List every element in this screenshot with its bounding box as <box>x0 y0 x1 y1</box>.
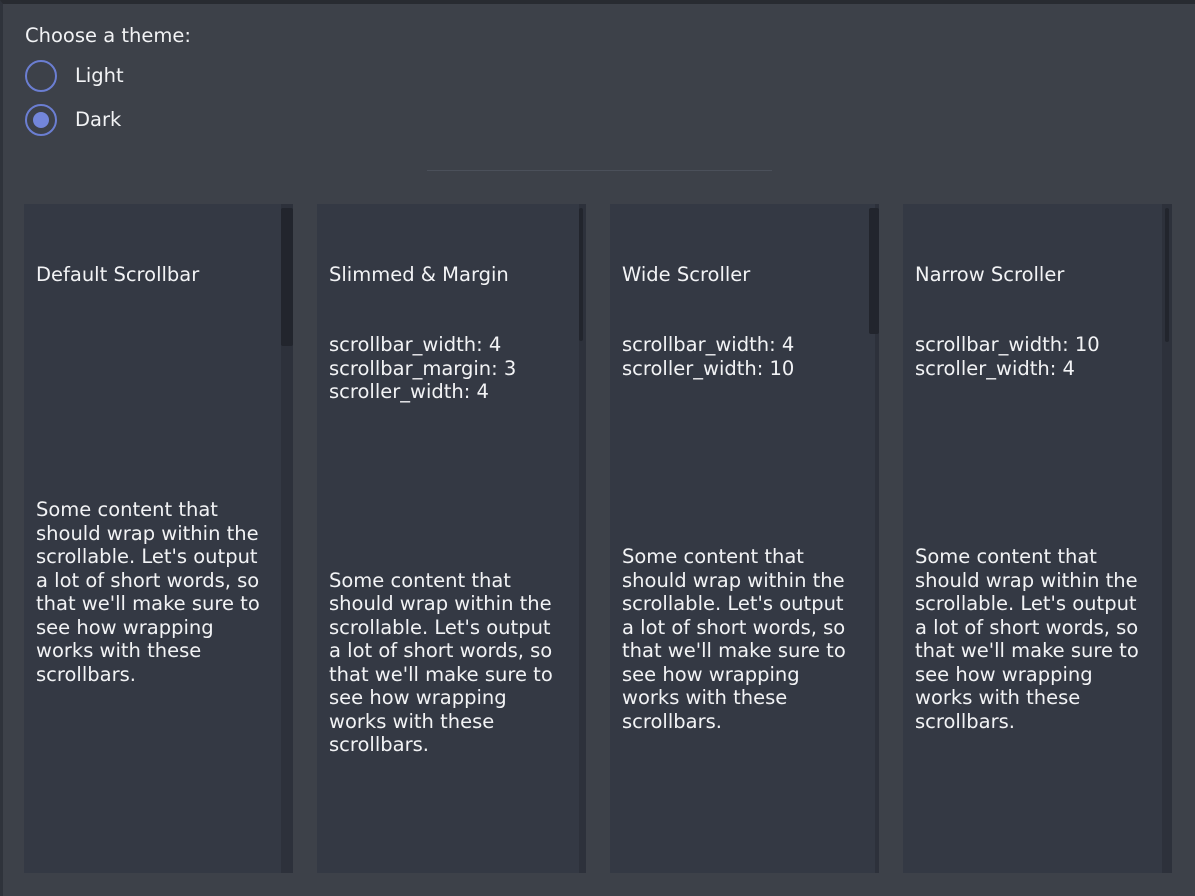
panel-config: scrollbar_width: 4 scrollbar_margin: 3 s… <box>329 333 586 404</box>
scrollbar-thumb[interactable] <box>281 208 293 346</box>
panel-config: scrollbar_width: 4 scroller_width: 10 <box>622 333 879 380</box>
panel-content: Default Scrollbar Some content that shou… <box>24 204 293 734</box>
panel-title: Narrow Scroller <box>915 263 1172 287</box>
section-divider <box>427 170 772 171</box>
panel-title: Default Scrollbar <box>36 263 293 287</box>
panel-config: scrollbar_width: 10 scroller_width: 4 <box>915 333 1172 380</box>
panel-wide-scroller[interactable]: Wide Scroller scrollbar_width: 4 scrolle… <box>610 204 879 873</box>
panel-body-text: Some content that should wrap within the… <box>915 545 1172 733</box>
radio-label-light[interactable]: Light <box>75 64 124 88</box>
scrollbar-thumb[interactable] <box>869 208 879 334</box>
scrollbar-demo-row: Default Scrollbar Some content that shou… <box>24 204 1172 873</box>
radio-label-dark[interactable]: Dark <box>75 108 121 132</box>
panel-default-scrollbar[interactable]: Default Scrollbar Some content that shou… <box>24 204 293 873</box>
panel-content: Wide Scroller scrollbar_width: 4 scrolle… <box>610 204 879 781</box>
theme-prompt: Choose a theme: <box>25 24 1195 48</box>
theme-chooser: Choose a theme: Light Dark <box>3 4 1195 136</box>
panel-content: Narrow Scroller scrollbar_width: 10 scro… <box>903 204 1172 781</box>
scrollbar-thumb[interactable] <box>1165 208 1169 342</box>
panel-content: Slimmed & Margin scrollbar_width: 4 scro… <box>317 204 586 804</box>
radio-selected-dot <box>33 112 49 128</box>
radio-option-light[interactable]: Light <box>25 60 1195 92</box>
panel-narrow-scroller[interactable]: Narrow Scroller scrollbar_width: 10 scro… <box>903 204 1172 873</box>
radio-option-dark[interactable]: Dark <box>25 104 1195 136</box>
radio-button-light[interactable] <box>25 60 57 92</box>
panel-title: Slimmed & Margin <box>329 263 586 287</box>
panel-body-text: Some content that should wrap within the… <box>329 569 586 757</box>
panel-slimmed-margin[interactable]: Slimmed & Margin scrollbar_width: 4 scro… <box>317 204 586 873</box>
panel-title: Wide Scroller <box>622 263 879 287</box>
panel-body-text: Some content that should wrap within the… <box>622 545 879 733</box>
scrollbar-thumb[interactable] <box>579 208 583 341</box>
radio-button-dark[interactable] <box>25 104 57 136</box>
panel-body-text: Some content that should wrap within the… <box>36 498 293 686</box>
